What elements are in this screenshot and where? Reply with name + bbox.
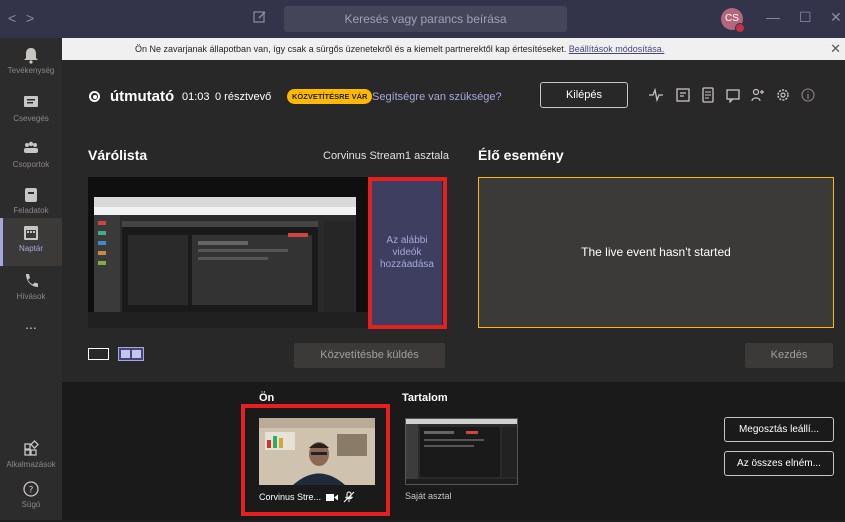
notes-icon[interactable] [700,87,716,103]
radio-icon [89,91,100,102]
rail-item-calls[interactable]: Hívások [0,266,62,314]
back-button[interactable]: < [8,10,16,26]
sources-panel: Ön Tartalom Corvinus Stre... Saját aszta… [62,382,845,520]
change-settings-link[interactable]: Beállítások módosítása. [569,44,665,54]
minimize-button[interactable]: — [766,9,780,25]
live-event-preview: The live event hasn't started [478,177,834,328]
bell-icon [24,48,38,64]
live-event-title: Élő esemény [478,147,564,163]
camera-feed[interactable] [259,418,375,485]
start-button[interactable]: Kezdés [745,343,833,368]
help-icon: ? [23,481,39,497]
dismiss-notification-button[interactable]: ✕ [830,38,841,60]
rail-item-calendar[interactable]: Naptár [0,218,62,266]
rail-item-help[interactable]: ? Súgó [0,474,62,522]
camera-source-name: Corvinus Stre... [259,492,322,502]
health-icon[interactable] [648,87,664,103]
maximize-button[interactable]: ☐ [799,9,812,26]
chat-icon [24,96,38,107]
event-header: útmutató 01:03 0 résztvevő KÖZVETÍTÉSRE … [62,60,845,126]
mute-all-button[interactable]: Az összes elném... [724,451,834,476]
participant-count: 0 résztvevő [215,91,272,103]
rail-item-teams[interactable]: Csoportok [0,134,62,182]
rail-item-activity[interactable]: Tevékenység [0,40,62,88]
status-badge: KÖZVETÍTÉSRE VÁR [287,89,373,104]
svg-text:?: ? [29,486,34,496]
add-videos-slot[interactable]: Az alábbi videók hozzáadása [372,177,442,328]
dnd-status-badge [735,23,745,33]
camera-caption: Corvinus Stre... [259,490,375,504]
content-caption: Saját asztal [405,491,452,501]
teams-icon [24,141,38,153]
queue-title: Várólista [88,147,148,163]
notification-banner: Ön Ne zavarjanak állapotban van, így csa… [62,38,845,60]
more-icon: ... [25,316,37,332]
desk-name: Corvinus Stream1 asztala [323,150,449,162]
title-bar: < > Keresés vagy parancs beírása CS — ☐ … [0,0,845,38]
assignments-icon [25,188,37,202]
you-title: Ön [259,392,275,404]
live-event-producer: útmutató 01:03 0 résztvevő KÖZVETÍTÉSRE … [62,60,845,520]
app-rail: Tevékenység Csevegés Csoportok Feladatok… [0,38,62,520]
compose-icon[interactable] [253,10,267,24]
split-layout-option[interactable] [118,347,144,361]
stop-sharing-button[interactable]: Megosztás leállí... [724,417,834,442]
meeting-notes-icon[interactable] [675,87,691,103]
phone-icon [26,274,38,287]
active-indicator [0,218,3,266]
queue-preview[interactable] [88,177,371,328]
chat-icon[interactable] [725,87,741,103]
info-icon[interactable] [800,87,816,103]
rail-item-chat[interactable]: Csevegés [0,88,62,136]
desktop-thumbnail [406,419,517,484]
help-link[interactable]: Segítségre van szüksége? [372,91,502,103]
calendar-icon [24,226,38,240]
apps-icon [24,440,39,456]
close-window-button[interactable]: ✕ [830,9,842,26]
single-layout-option[interactable] [88,348,109,360]
video-camera-icon[interactable] [326,493,339,502]
notification-text: Ön Ne zavarjanak állapotban van, így csa… [135,44,567,54]
send-to-live-button[interactable]: Közvetítésbe küldés [294,343,445,368]
participants-icon[interactable] [750,87,766,103]
camera-image [259,418,375,485]
content-title: Tartalom [402,392,448,404]
event-title: útmutató [110,88,175,105]
search-input[interactable]: Keresés vagy parancs beírása [284,6,567,32]
gear-icon[interactable] [775,87,791,103]
event-timer: 01:03 [182,91,210,103]
leave-button[interactable]: Kilépés [540,82,628,108]
screen-share-thumbnail [88,177,371,328]
forward-button[interactable]: > [26,10,34,26]
content-source[interactable] [405,418,518,485]
mic-off-icon[interactable] [343,491,355,503]
rail-item-more[interactable]: ... [0,310,62,358]
